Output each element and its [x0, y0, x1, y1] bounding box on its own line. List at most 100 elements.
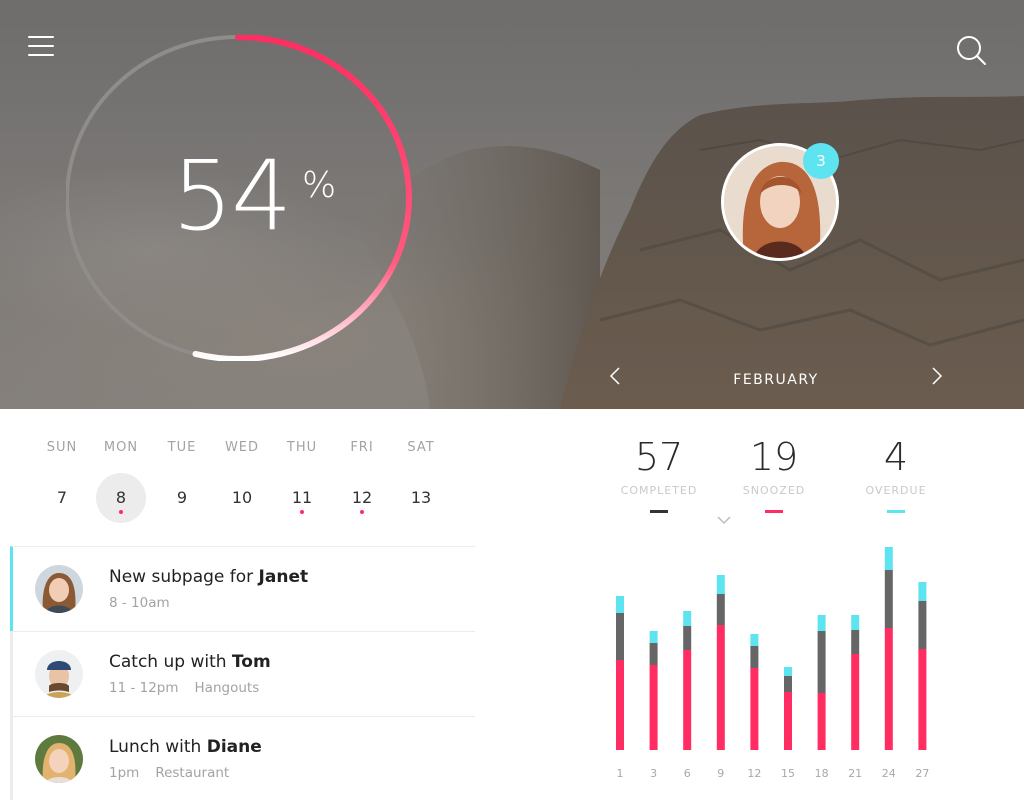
stat-snoozed[interactable]: 19 SNOOZED — [704, 434, 844, 513]
bar-segment — [851, 615, 860, 630]
bar-segment — [817, 631, 826, 693]
event-title: New subpage for Janet — [109, 567, 308, 587]
bar-segment — [750, 646, 759, 668]
event-place: Hangouts — [194, 680, 260, 696]
search-icon[interactable] — [954, 33, 988, 67]
chart-canvas: 1 3 6 9 12 15 18 21 24 27 — [616, 547, 929, 780]
day-name: THU — [286, 440, 318, 455]
day-number-selected[interactable]: 8 — [96, 473, 146, 523]
stat-indicator — [887, 510, 905, 513]
hamburger-icon[interactable] — [28, 36, 54, 58]
stat-label: OVERDUE — [865, 484, 927, 497]
bar-segment — [784, 676, 792, 692]
x-tick-label: 18 — [815, 767, 829, 780]
x-tick-label: 6 — [684, 767, 691, 780]
day-name: TUE — [167, 440, 197, 455]
day-name: FRI — [350, 440, 374, 455]
bar-segment — [918, 582, 927, 601]
stat-overdue[interactable]: 4 OVERDUE — [826, 434, 966, 513]
day-name: MON — [103, 440, 139, 455]
chevron-down-icon[interactable] — [716, 515, 732, 525]
event-meta: 11 - 12pm Hangouts — [109, 680, 259, 696]
x-tick-label: 1 — [617, 767, 624, 780]
bar-segment — [817, 615, 826, 631]
bar-segment — [716, 625, 725, 750]
x-tick-label: 3 — [650, 767, 657, 780]
janet-photo — [35, 565, 83, 613]
day-column: MON 8 — [89, 440, 153, 523]
day-column: TUE 9 — [150, 440, 214, 507]
bar-segment — [784, 692, 792, 750]
event-meta: 1pm Restaurant — [109, 765, 229, 781]
bar-segment — [649, 665, 658, 750]
event-item[interactable]: Lunch with Diane 1pm Restaurant — [10, 716, 475, 800]
hero-banner: 54 % 3 FEBRUARY — [0, 0, 1024, 409]
day-number[interactable]: 12 — [337, 473, 387, 523]
day-number[interactable]: 9 — [157, 473, 207, 523]
stat-value: 19 — [749, 435, 799, 479]
day-column: SAT 13 — [389, 440, 453, 507]
bar-segment — [884, 628, 893, 750]
avatar — [35, 565, 83, 613]
event-title-prefix: Lunch with — [109, 737, 207, 757]
month-label: FEBRUARY — [733, 372, 819, 388]
stat-value: 4 — [883, 435, 909, 479]
event-person: Janet — [258, 567, 309, 587]
x-tick-label: 9 — [717, 767, 724, 780]
bar-segment — [683, 611, 692, 626]
event-dot — [119, 510, 123, 514]
day-column: WED 10 — [210, 440, 274, 507]
day-column: THU 11 — [270, 440, 334, 514]
day-name: SUN — [46, 440, 78, 455]
progress-value: 54 — [172, 140, 292, 252]
x-tick-label: 27 — [915, 767, 929, 780]
bar-segment — [750, 668, 759, 750]
stat-indicator — [650, 510, 668, 513]
event-meta: 8 - 10am — [109, 595, 170, 611]
x-tick-label: 21 — [848, 767, 862, 780]
event-item[interactable]: Catch up with Tom 11 - 12pm Hangouts — [10, 631, 475, 716]
day-number[interactable]: 11 — [277, 473, 327, 523]
notification-badge: 3 — [803, 143, 839, 179]
bar-segment — [616, 596, 624, 613]
bar-segment — [716, 575, 725, 594]
event-title-prefix: Catch up with — [109, 652, 232, 672]
chevron-right-icon[interactable] — [930, 366, 944, 386]
bar-segment — [918, 601, 927, 649]
bar-segment — [683, 626, 692, 650]
x-tick-label: 15 — [781, 767, 795, 780]
day-column: SUN 7 — [30, 440, 94, 507]
event-title: Lunch with Diane — [109, 737, 262, 757]
bar-segment — [918, 649, 927, 750]
event-time: 8 - 10am — [109, 595, 170, 611]
event-title-prefix: New subpage for — [109, 567, 259, 587]
avatar — [35, 650, 83, 698]
bar-segment — [884, 570, 893, 628]
bar-segment — [649, 631, 658, 643]
event-time: 11 - 12pm — [109, 680, 179, 696]
bar-segment — [884, 547, 893, 570]
stat-indicator — [765, 510, 783, 513]
event-place: Restaurant — [155, 765, 230, 781]
day-number[interactable]: 7 — [37, 473, 87, 523]
event-item[interactable]: New subpage for Janet 8 - 10am — [10, 546, 475, 631]
bar-segment — [649, 643, 658, 665]
chevron-left-icon[interactable] — [608, 366, 622, 386]
event-person: Diane — [206, 737, 262, 757]
stat-label: SNOOZED — [742, 484, 806, 497]
event-dot — [300, 510, 304, 514]
bar-segment — [784, 667, 792, 676]
day-number[interactable]: 13 — [396, 473, 446, 523]
day-number[interactable]: 10 — [217, 473, 267, 523]
bar-segment — [716, 594, 725, 625]
bar-segment — [817, 693, 826, 750]
event-dot — [360, 510, 364, 514]
event-person: Tom — [231, 652, 271, 672]
bar-segment — [683, 650, 692, 750]
bar-segment — [750, 634, 759, 646]
bar-segment — [616, 660, 624, 750]
day-name: WED — [224, 440, 260, 455]
bar-segment — [616, 613, 624, 660]
avatar — [35, 735, 83, 783]
x-tick-label: 12 — [747, 767, 761, 780]
